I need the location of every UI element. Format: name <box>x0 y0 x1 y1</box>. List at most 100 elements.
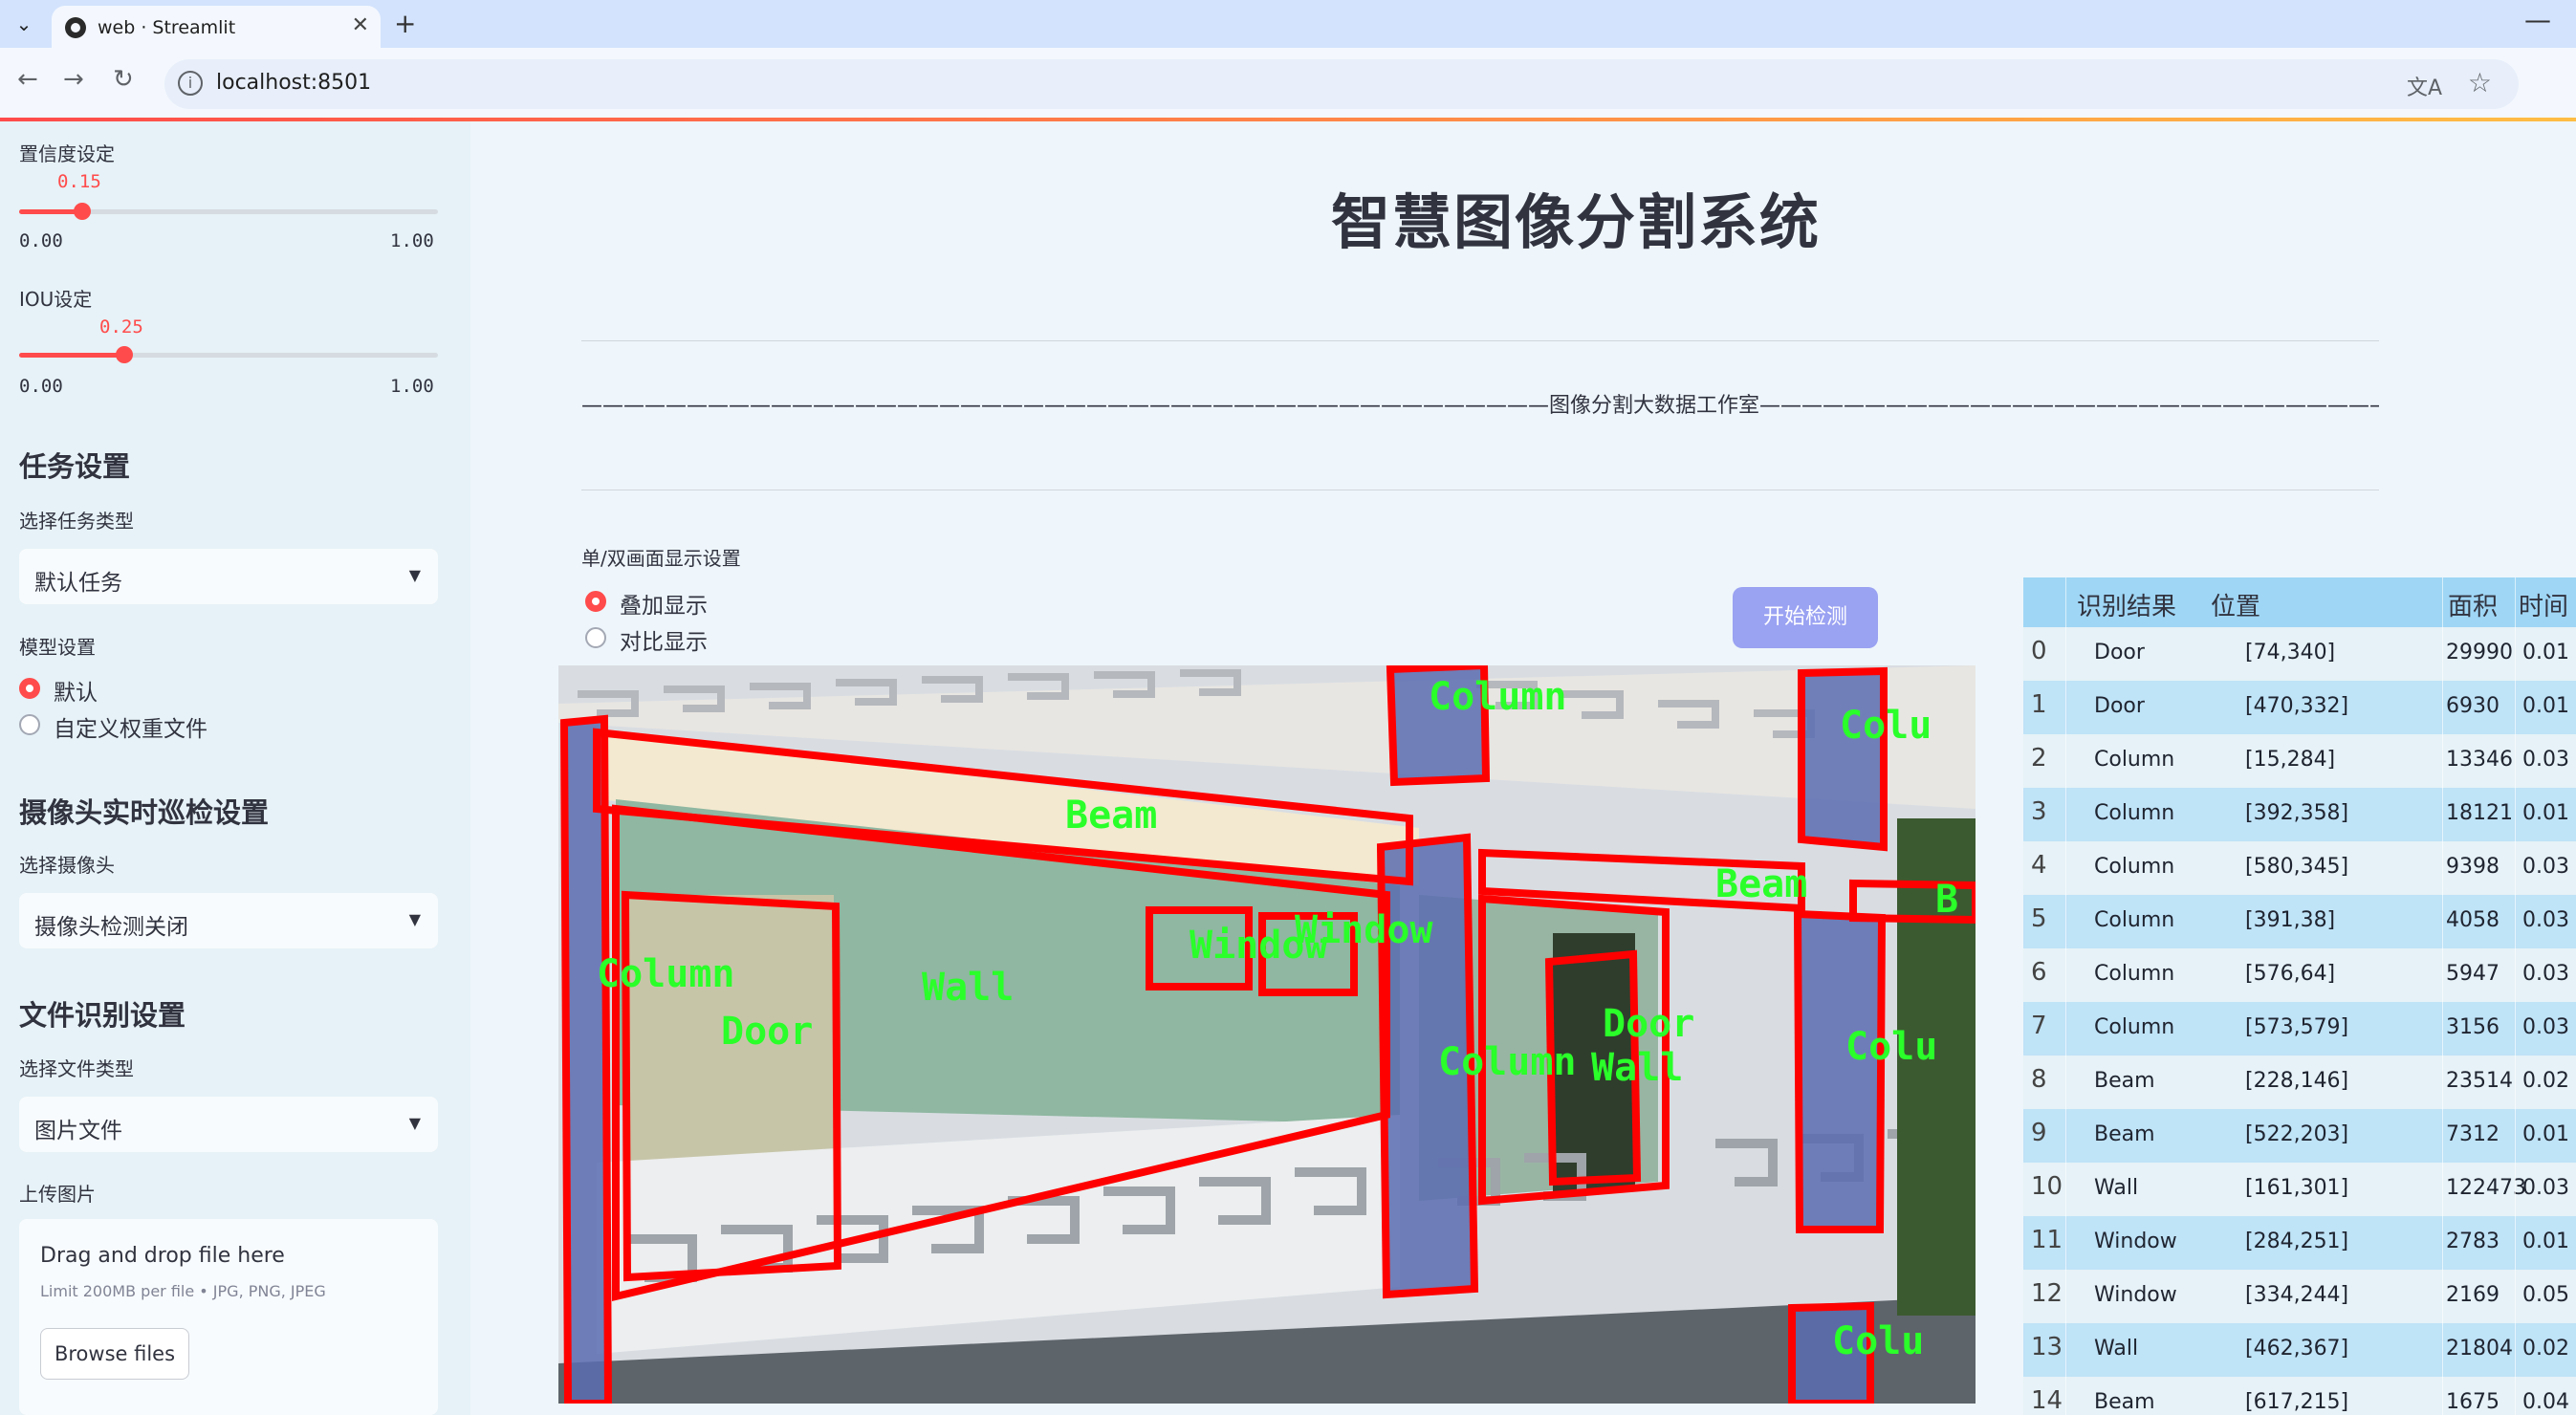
table-row[interactable]: 10 Wall [161,301] 122473 0.03 <box>2023 1163 2576 1216</box>
overlay-label-wall: Wall <box>1591 1046 1683 1090</box>
row-index: 11 <box>2031 1226 2063 1254</box>
cell-position: [580,345] <box>2245 855 2349 879</box>
row-index: 6 <box>2031 958 2047 987</box>
display-option-compare: 对比显示 <box>620 630 708 655</box>
chevron-down-icon: ▼ <box>408 910 421 928</box>
overlay-label-door: Door <box>721 1010 813 1054</box>
cell-result: Column <box>2094 1015 2175 1039</box>
header-area[interactable]: 面积 <box>2448 587 2498 622</box>
divider <box>581 340 2379 341</box>
row-index: 12 <box>2031 1279 2063 1308</box>
task-type-value: 默认任务 <box>34 571 122 596</box>
confidence-slider[interactable] <box>19 203 438 220</box>
iou-min: 0.00 <box>19 376 63 397</box>
iou-slider-thumb[interactable] <box>115 346 133 363</box>
table-row[interactable]: 0 Door [74,340] 29990 0.01 <box>2023 627 2576 681</box>
confidence-max: 1.00 <box>390 230 434 251</box>
camera-select[interactable]: 摄像头检测关闭 ▼ <box>19 893 438 948</box>
close-icon[interactable]: ✕ <box>352 13 369 37</box>
cell-position: [522,203] <box>2245 1122 2349 1146</box>
cell-time: 0.03 <box>2522 962 2569 986</box>
table-row[interactable]: 5 Column [391,38] 4058 0.03 <box>2023 895 2576 948</box>
row-index: 0 <box>2031 637 2047 665</box>
cell-time: 0.03 <box>2522 908 2569 932</box>
table-row[interactable]: 6 Column [576,64] 5947 0.03 <box>2023 948 2576 1002</box>
table-row[interactable]: 13 Wall [462,367] 21804 0.02 <box>2023 1323 2576 1377</box>
start-detection-button[interactable]: 开始检测 <box>1733 587 1878 648</box>
cell-position: [228,146] <box>2245 1069 2349 1093</box>
back-icon[interactable]: ← <box>17 65 38 94</box>
cell-time: 0.01 <box>2522 1122 2569 1146</box>
bookmark-star-icon[interactable]: ☆ <box>2468 67 2492 98</box>
radio-selected-icon[interactable] <box>19 678 40 699</box>
file-type-label: 选择文件类型 <box>19 1057 134 1080</box>
cell-area: 23514 <box>2446 1069 2513 1093</box>
task-type-select[interactable]: 默认任务 ▼ <box>19 549 438 604</box>
table-row[interactable]: 1 Door [470,332] 6930 0.01 <box>2023 681 2576 734</box>
table-row[interactable]: 11 Window [284,251] 2783 0.01 <box>2023 1216 2576 1270</box>
upload-label: 上传图片 <box>19 1183 96 1206</box>
cell-area: 7312 <box>2446 1122 2500 1146</box>
cell-position: [576,64] <box>2245 962 2336 986</box>
cell-position: [334,244] <box>2245 1283 2349 1307</box>
translate-icon[interactable]: 文A <box>2407 71 2442 101</box>
site-info-icon[interactable]: i <box>178 71 203 96</box>
results-table[interactable]: 识别结果 位置 面积 时间 0 Door [74,340] 29990 0.01 1 Doo… <box>2023 577 2576 1415</box>
radio-unselected-icon[interactable] <box>585 627 606 648</box>
cell-time: 0.01 <box>2522 1230 2569 1253</box>
file-uploader-dropzone[interactable]: Drag and drop file here Limit 200MB per … <box>19 1219 438 1415</box>
camera-label: 选择摄像头 <box>19 854 115 877</box>
table-row[interactable]: 14 Beam [617,215] 1675 0.04 <box>2023 1377 2576 1415</box>
iou-slider[interactable] <box>19 346 438 363</box>
cell-position: [392,358] <box>2245 801 2349 825</box>
cell-time: 0.03 <box>2522 1015 2569 1039</box>
table-row[interactable]: 3 Column [392,358] 18121 0.01 <box>2023 788 2576 841</box>
table-row[interactable]: 7 Column [573,579] 3156 0.03 <box>2023 1002 2576 1056</box>
table-header: 识别结果 位置 面积 时间 <box>2023 577 2576 627</box>
header-position[interactable]: 位置 <box>2211 587 2260 622</box>
table-row[interactable]: 9 Beam [522,203] 7312 0.01 <box>2023 1109 2576 1163</box>
forward-icon[interactable]: → <box>63 65 84 94</box>
sidebar: 置信度设定 0.15 0.00 1.00 IOU设定 0.25 0.00 1.0… <box>0 121 470 1415</box>
cell-result: Window <box>2094 1283 2177 1307</box>
table-row[interactable]: 12 Window [334,244] 2169 0.05 <box>2023 1270 2576 1323</box>
overlay-label-column: Column <box>597 952 735 996</box>
table-row[interactable]: 4 Column [580,345] 9398 0.03 <box>2023 841 2576 895</box>
cell-time: 0.03 <box>2522 748 2569 772</box>
cell-result: Column <box>2094 962 2175 986</box>
camera-settings-heading: 摄像头实时巡检设置 <box>19 796 270 829</box>
file-type-select[interactable]: 图片文件 ▼ <box>19 1097 438 1152</box>
cell-result: Beam <box>2094 1390 2155 1414</box>
confidence-min: 0.00 <box>19 230 63 251</box>
overlay-label-wall: Wall <box>922 966 1014 1010</box>
confidence-label: 置信度设定 <box>19 142 115 165</box>
header-result[interactable]: 识别结果 <box>2077 587 2176 622</box>
header-time[interactable]: 时间 <box>2519 587 2568 622</box>
radio-unselected-icon[interactable] <box>19 714 40 735</box>
overlay-label-column: Column <box>1438 1040 1577 1084</box>
browse-files-button[interactable]: Browse files <box>40 1328 189 1380</box>
table-row[interactable]: 2 Column [15,284] 13346 0.03 <box>2023 734 2576 788</box>
cell-result: Column <box>2094 801 2175 825</box>
radio-selected-icon[interactable] <box>585 591 606 612</box>
cell-position: [284,251] <box>2245 1230 2349 1253</box>
file-settings-heading: 文件识别设置 <box>19 999 186 1032</box>
task-settings-heading: 任务设置 <box>19 450 131 483</box>
reload-icon[interactable]: ↻ <box>113 65 134 94</box>
minimize-icon[interactable]: — <box>2524 4 2551 35</box>
tab-dropdown-icon[interactable]: ⌄ <box>8 8 40 40</box>
cell-result: Column <box>2094 855 2175 879</box>
chevron-down-icon: ▼ <box>408 1114 421 1132</box>
row-index: 4 <box>2031 851 2047 880</box>
browser-tab[interactable]: web · Streamlit ✕ <box>52 6 381 48</box>
table-row[interactable]: 8 Beam [228,146] 23514 0.02 <box>2023 1056 2576 1109</box>
url-field[interactable]: i localhost:8501 文A ☆ <box>164 59 2519 109</box>
camera-value: 摄像头检测关闭 <box>34 915 188 940</box>
confidence-slider-thumb[interactable] <box>73 203 91 220</box>
cell-result: Column <box>2094 908 2175 932</box>
cell-result: Column <box>2094 748 2175 772</box>
new-tab-icon[interactable]: + <box>394 8 416 39</box>
tab-title: web · Streamlit <box>98 17 236 38</box>
row-index: 3 <box>2031 797 2047 826</box>
cell-result: Door <box>2094 641 2145 664</box>
